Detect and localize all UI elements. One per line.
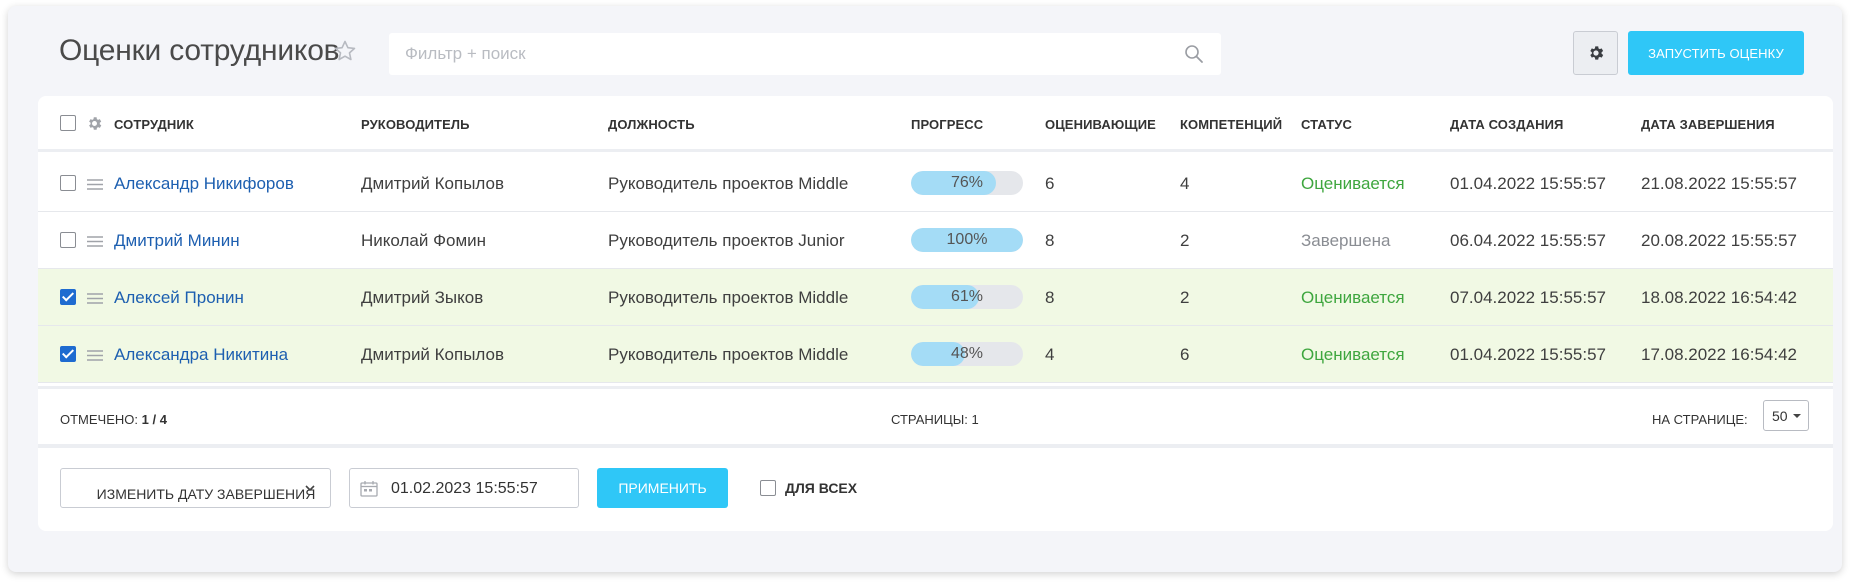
- raters-count: 4: [1045, 345, 1055, 364]
- change-end-date-dropdown[interactable]: Изменить дату завершения: [60, 468, 331, 508]
- competencies-count: 4: [1180, 174, 1190, 193]
- per-page-select[interactable]: 50: [1763, 400, 1809, 431]
- select-all-checkbox[interactable]: [60, 115, 76, 131]
- progress-bar: 100%: [911, 228, 1023, 252]
- column-header-competencies[interactable]: Компетенций: [1180, 117, 1282, 132]
- manager-name: Дмитрий Копылов: [361, 345, 505, 364]
- progress-bar: 48%: [911, 342, 1023, 366]
- created-date: 01.04.2022 15:55:57: [1450, 174, 1606, 193]
- column-header-finished[interactable]: Дата завершения: [1641, 117, 1775, 132]
- manager-name: Дмитрий Копылов: [361, 174, 505, 193]
- page-title: Оценки сотрудников: [59, 34, 340, 67]
- calendar-icon[interactable]: [360, 480, 378, 497]
- column-header-status[interactable]: Статус: [1301, 117, 1352, 132]
- progress-label: 48%: [950, 345, 984, 362]
- employee-name-link[interactable]: Дмитрий Минин: [114, 231, 240, 251]
- column-header-position[interactable]: Должность: [608, 117, 695, 132]
- marked-count-value: 1 / 4: [141, 412, 167, 427]
- search-input[interactable]: [389, 33, 1221, 75]
- row-checkbox[interactable]: [60, 232, 76, 248]
- status-text: Оценивается: [1301, 345, 1405, 364]
- gear-icon: [1589, 46, 1603, 60]
- employee-name-link[interactable]: Алексей Пронин: [114, 288, 244, 308]
- created-date: 06.04.2022 15:55:57: [1450, 231, 1606, 250]
- settings-button[interactable]: [1573, 31, 1618, 75]
- for-all-label[interactable]: Для всех: [785, 480, 857, 496]
- column-header-created[interactable]: Дата создания: [1450, 117, 1563, 132]
- manager-name: Дмитрий Зыков: [361, 288, 484, 307]
- progress-label: 61%: [950, 288, 984, 305]
- progress-label: 100%: [946, 231, 988, 248]
- column-header-employee[interactable]: Сотрудник: [114, 117, 194, 132]
- pages-info: Страницы: 1: [891, 412, 979, 427]
- finished-date: 18.08.2022 16:54:42: [1641, 288, 1797, 307]
- column-header-progress[interactable]: Прогресс: [911, 117, 983, 132]
- per-page-value: 50: [1772, 408, 1788, 424]
- drag-handle-icon[interactable]: [87, 236, 103, 247]
- evaluations-panel: Сотрудник Руководитель Должность Прогрес…: [38, 96, 1833, 531]
- progress-bar: 76%: [911, 171, 1023, 195]
- competencies-count: 2: [1180, 231, 1190, 250]
- bulk-actions-bar: Изменить дату завершения 01.02.2023 15:5…: [38, 448, 1833, 531]
- column-settings-gear-icon[interactable]: [86, 115, 103, 132]
- per-page-label: На странице:: [1652, 412, 1748, 427]
- position-text: Руководитель проектов Middle: [608, 174, 849, 193]
- column-header-raters[interactable]: Оценивающие: [1045, 117, 1156, 132]
- created-date: 07.04.2022 15:55:57: [1450, 288, 1606, 307]
- finished-date: 21.08.2022 15:55:57: [1641, 174, 1797, 193]
- table-row[interactable]: Алексей Пронин Дмитрий Зыков Руководитель …: [38, 269, 1833, 326]
- apply-button[interactable]: Применить: [597, 468, 728, 508]
- launch-evaluation-button[interactable]: Запустить оценку: [1628, 31, 1804, 75]
- row-checkbox[interactable]: [60, 346, 76, 362]
- marked-count: Отмечено: 1 / 4: [60, 412, 167, 427]
- row-checkbox[interactable]: [60, 175, 76, 191]
- position-text: Руководитель проектов Middle: [608, 288, 849, 307]
- drag-handle-icon[interactable]: [87, 293, 103, 304]
- drag-handle-icon[interactable]: [87, 350, 103, 361]
- progress-bar: 61%: [911, 285, 1023, 309]
- status-text: Оценивается: [1301, 288, 1405, 307]
- created-date: 01.04.2022 15:55:57: [1450, 345, 1606, 364]
- table-header: Сотрудник Руководитель Должность Прогрес…: [38, 96, 1833, 152]
- competencies-count: 6: [1180, 345, 1190, 364]
- competencies-count: 2: [1180, 288, 1190, 307]
- table-footer: Отмечено: 1 / 4 Страницы: 1 На странице:…: [38, 386, 1833, 448]
- end-date-input[interactable]: 01.02.2023 15:55:57: [349, 468, 579, 508]
- search-icon[interactable]: [1184, 44, 1204, 64]
- column-header-manager[interactable]: Руководитель: [361, 117, 470, 132]
- finished-date: 20.08.2022 15:55:57: [1641, 231, 1797, 250]
- manager-name: Николай Фомин: [361, 231, 487, 250]
- raters-count: 6: [1045, 174, 1055, 193]
- row-checkbox[interactable]: [60, 289, 76, 305]
- star-icon[interactable]: [333, 39, 357, 63]
- app-frame: Оценки сотрудников Запустить оценку Сотр…: [8, 6, 1842, 572]
- raters-count: 8: [1045, 231, 1055, 250]
- raters-count: 8: [1045, 288, 1055, 307]
- status-text: Завершена: [1301, 231, 1391, 250]
- employee-name-link[interactable]: Александра Никитина: [114, 345, 288, 365]
- change-end-date-label: Изменить дату завершения: [96, 486, 316, 502]
- position-text: Руководитель проектов Junior: [608, 231, 845, 250]
- table-row[interactable]: Александр Никифоров Дмитрий Копылов Руково…: [38, 155, 1833, 212]
- progress-label: 76%: [950, 174, 984, 191]
- status-text: Оценивается: [1301, 174, 1405, 193]
- finished-date: 17.08.2022 16:54:42: [1641, 345, 1797, 364]
- chevron-down-icon: [305, 485, 315, 492]
- position-text: Руководитель проектов Middle: [608, 345, 849, 364]
- for-all-checkbox[interactable]: [760, 480, 776, 496]
- caret-down-icon: [1793, 414, 1801, 418]
- employee-name-link[interactable]: Александр Никифоров: [114, 174, 294, 194]
- table-row[interactable]: Александра Никитина Дмитрий Копылов Руково…: [38, 326, 1833, 383]
- drag-handle-icon[interactable]: [87, 179, 103, 190]
- table-row[interactable]: Дмитрий Минин Николай Фомин Руководитель п…: [38, 212, 1833, 269]
- end-date-value: 01.02.2023 15:55:57: [391, 480, 538, 497]
